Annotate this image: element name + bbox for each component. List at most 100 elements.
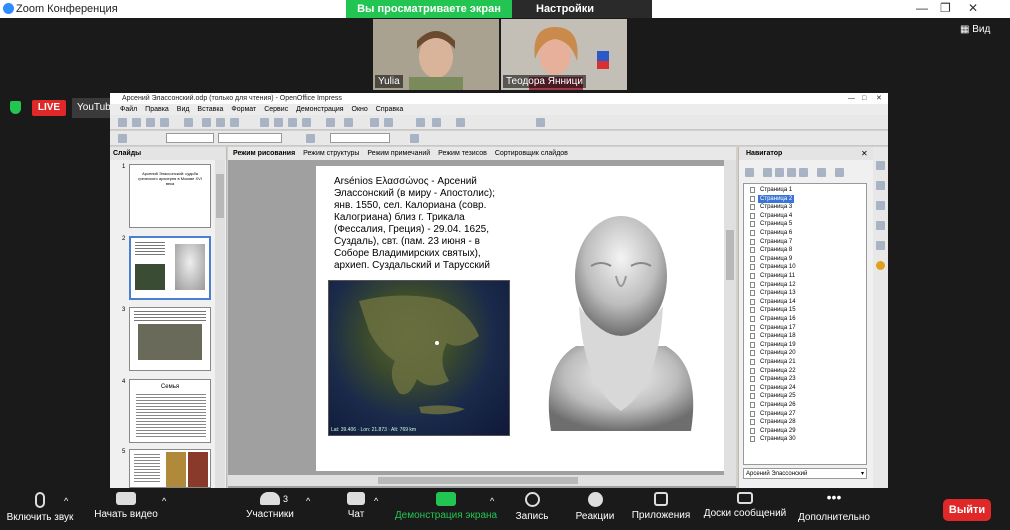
- navigator-page-item[interactable]: Страница 28: [758, 418, 798, 426]
- draw-functions-icon[interactable]: [416, 118, 425, 127]
- email-icon[interactable]: [160, 118, 169, 127]
- table-icon[interactable]: [384, 118, 393, 127]
- last-page-icon[interactable]: [799, 168, 808, 177]
- print-icon[interactable]: [216, 118, 225, 127]
- navigator-page-item[interactable]: Страница 2: [758, 194, 795, 203]
- navigator-document-select[interactable]: Арсений Элассонский ▾: [743, 468, 867, 479]
- redo-icon[interactable]: [344, 118, 353, 127]
- navigator-close-icon[interactable]: ✕: [861, 149, 868, 158]
- paste-icon[interactable]: [288, 118, 297, 127]
- editing-vscrollbar[interactable]: [724, 160, 736, 475]
- tab-drawing-view[interactable]: Режим рисования: [233, 150, 295, 157]
- navigator-tab-icon[interactable]: [876, 261, 885, 270]
- oo-minimize-icon[interactable]: —: [848, 93, 855, 104]
- navigator-page-item[interactable]: Страница 19: [758, 341, 798, 349]
- menu-window[interactable]: Окно: [352, 106, 368, 113]
- leave-meeting-button[interactable]: Выйти: [943, 499, 991, 521]
- restore-icon[interactable]: ❐: [940, 1, 951, 15]
- oo-restore-icon[interactable]: □: [862, 93, 866, 104]
- navigator-page-item[interactable]: Страница 24: [758, 384, 798, 392]
- navigator-page-item[interactable]: Страница 17: [758, 324, 798, 332]
- transition-icon[interactable]: [876, 241, 885, 250]
- navigator-page-item[interactable]: Страница 3: [758, 203, 794, 211]
- participant-video-tile[interactable]: Yulia: [373, 19, 499, 90]
- slide-thumbnail-selected[interactable]: [129, 236, 211, 300]
- navigator-page-item[interactable]: Страница 10: [758, 263, 798, 271]
- start-video-button[interactable]: Начать видео: [94, 492, 158, 520]
- security-shield-icon[interactable]: [10, 101, 21, 114]
- previous-page-icon[interactable]: [775, 168, 784, 177]
- copy-icon[interactable]: [274, 118, 283, 127]
- chart-icon[interactable]: [370, 118, 379, 127]
- navigator-page-item[interactable]: Страница 29: [758, 427, 798, 435]
- slide-thumbnail[interactable]: [129, 449, 211, 488]
- navigator-page-item[interactable]: Страница 25: [758, 392, 798, 400]
- line-style-icon[interactable]: [118, 134, 127, 143]
- navigator-page-item[interactable]: Страница 22: [758, 367, 798, 375]
- navigator-page-item[interactable]: Страница 14: [758, 298, 798, 306]
- navigator-page-item[interactable]: Страница 7: [758, 238, 794, 246]
- save-icon[interactable]: [146, 118, 155, 127]
- chat-button[interactable]: Чат: [340, 492, 372, 520]
- menu-view[interactable]: Вид: [177, 106, 190, 113]
- slides-scrollbar[interactable]: [215, 160, 225, 488]
- navigator-page-list[interactable]: Страница 1 Страница 2 Страница 3 Страница 4…: [743, 183, 867, 465]
- navigator-page-item[interactable]: Страница 27: [758, 410, 798, 418]
- menu-help[interactable]: Справка: [376, 106, 403, 113]
- menu-file[interactable]: Файл: [120, 106, 137, 113]
- whiteboards-button[interactable]: Доски сообщений: [700, 492, 790, 519]
- scrollbar-thumb[interactable]: [216, 174, 224, 218]
- navigator-page-item[interactable]: Страница 21: [758, 358, 798, 366]
- drag-mode-icon[interactable]: [817, 168, 826, 177]
- navigator-page-item[interactable]: Страница 9: [758, 255, 794, 263]
- navigator-page-item[interactable]: Страница 20: [758, 349, 798, 357]
- next-page-icon[interactable]: [787, 168, 796, 177]
- menu-edit[interactable]: Правка: [145, 106, 169, 113]
- participants-button[interactable]: Участники: [243, 492, 297, 520]
- line-width-combo[interactable]: [218, 133, 282, 143]
- navigator-icon[interactable]: [432, 118, 441, 127]
- editing-hscrollbar[interactable]: [228, 475, 736, 486]
- edit-file-icon[interactable]: [184, 118, 193, 127]
- styles-icon[interactable]: [876, 181, 885, 190]
- navigator-page-item[interactable]: Страница 11: [758, 272, 797, 280]
- tab-handout-view[interactable]: Режим тезисов: [438, 150, 487, 157]
- tab-outline-view[interactable]: Режим структуры: [303, 150, 359, 157]
- participant-video-tile[interactable]: Теодора Янници: [501, 19, 627, 90]
- first-page-icon[interactable]: [763, 168, 772, 177]
- navigator-page-item[interactable]: Страница 13: [758, 289, 798, 297]
- navigator-page-item[interactable]: Страница 8: [758, 246, 794, 254]
- area-combo[interactable]: [330, 133, 390, 143]
- gallery-icon[interactable]: [876, 201, 885, 210]
- oo-close-icon[interactable]: ✕: [876, 93, 882, 104]
- menu-tools[interactable]: Сервис: [264, 106, 288, 113]
- view-button[interactable]: ▦ Вид: [960, 24, 990, 35]
- apps-button[interactable]: Приложения: [628, 492, 694, 521]
- live-badge[interactable]: LIVE: [32, 100, 66, 116]
- cut-icon[interactable]: [260, 118, 269, 127]
- tab-notes-view[interactable]: Режим примечаний: [367, 150, 430, 157]
- shadow-icon[interactable]: [410, 134, 419, 143]
- new-doc-icon[interactable]: [118, 118, 127, 127]
- close-icon[interactable]: ✕: [968, 1, 978, 15]
- view-options-button[interactable]: Настройки просмотра ⌄: [512, 0, 652, 33]
- navigator-page-item[interactable]: Страница 23: [758, 375, 798, 383]
- satellite-map-image[interactable]: Lat: 39.406 · Lon: 21.873 · Alt: 769 km: [328, 280, 510, 436]
- format-paintbrush-icon[interactable]: [302, 118, 311, 127]
- pen-icon[interactable]: [745, 168, 754, 177]
- share-screen-button[interactable]: Демонстрация экрана: [392, 492, 500, 521]
- navigator-page-item[interactable]: Страница 16: [758, 315, 798, 323]
- navigator-page-item[interactable]: Страница 4: [758, 212, 794, 220]
- slide-thumbnail[interactable]: [129, 307, 211, 371]
- navigator-page-item[interactable]: Страница 5: [758, 220, 794, 228]
- audio-options-chevron-icon[interactable]: ^: [64, 496, 68, 506]
- navigator-page-item[interactable]: Страница 6: [758, 229, 794, 237]
- slide-body-text[interactable]: Arsénios Ελασσώνος - Арсений Элассонский…: [334, 176, 512, 272]
- help-icon[interactable]: [456, 118, 465, 127]
- chat-options-chevron-icon[interactable]: ^: [374, 496, 378, 506]
- slide-design-icon[interactable]: [536, 118, 545, 127]
- menu-insert[interactable]: Вставка: [197, 106, 223, 113]
- slide-thumbnail[interactable]: Арсений Элассонский: судьба греческого а…: [129, 164, 211, 228]
- tab-slide-sorter[interactable]: Сортировщик слайдов: [495, 150, 568, 157]
- properties-icon[interactable]: [876, 161, 885, 170]
